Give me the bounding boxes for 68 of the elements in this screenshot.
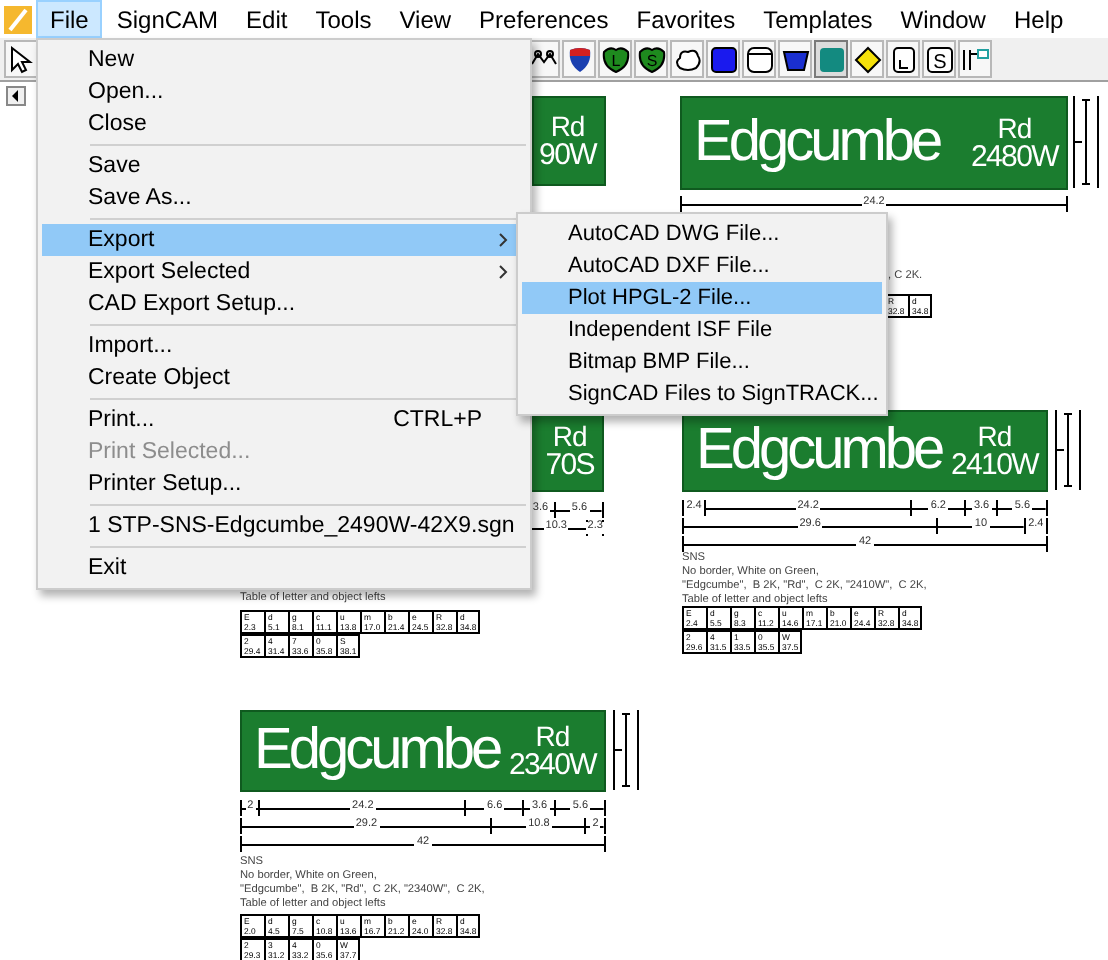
tag-icon [889, 45, 917, 73]
cloud-icon [673, 45, 701, 73]
toolbar-button[interactable] [958, 40, 992, 78]
menu-entry[interactable]: Independent ISF File [522, 314, 882, 346]
sign-number: 2410W [950, 450, 1038, 480]
toolbar-button[interactable]: L [598, 40, 632, 78]
sign-name: Edgcumbe [254, 722, 500, 780]
square-icon [745, 45, 773, 73]
shield-letter: L [610, 51, 620, 69]
square-icon [709, 45, 737, 73]
sign-suffix: Rd [535, 722, 570, 750]
dimension-drawing [1072, 96, 1104, 188]
toolbar-button[interactable] [4, 40, 38, 78]
dimension-drawing [1054, 410, 1086, 490]
menu-item[interactable]: Favorites [622, 0, 750, 38]
toolbar-button[interactable] [850, 40, 884, 78]
menu-entry[interactable]: Open... [42, 76, 526, 108]
menu-item[interactable]: Window [886, 0, 1000, 38]
sign-number: 70S [545, 450, 594, 480]
menu-entry[interactable]: Exit [42, 552, 526, 584]
menu-entry[interactable]: Save As... [42, 182, 526, 214]
toolbar-button[interactable]: S [922, 40, 956, 78]
menu-entry[interactable]: SignCAD Files to SignTRACK... [522, 378, 882, 410]
square-icon [817, 45, 845, 73]
toolbar-button[interactable] [886, 40, 920, 78]
toolbar-button[interactable]: S [634, 40, 668, 78]
sign-name: Edgcumbe [694, 114, 940, 172]
menu-entry[interactable]: AutoCAD DWG File... [522, 218, 882, 250]
menu-item[interactable]: Tools [301, 0, 386, 38]
menu-item[interactable]: View [385, 0, 466, 38]
menu-item[interactable]: SignCAM [102, 0, 233, 38]
tool-letter: S [932, 51, 946, 73]
diamond-icon [853, 45, 881, 73]
sign-suffix: Rd [997, 114, 1032, 142]
sign-number: 90W [539, 140, 596, 170]
menu-entry[interactable]: Save [42, 150, 526, 182]
menu-entry[interactable]: Print... CTRL+P [42, 404, 526, 436]
toolbar-button[interactable] [742, 40, 776, 78]
sign-number: 2480W [970, 142, 1058, 172]
menu-entry[interactable]: Close [42, 108, 526, 140]
sign-suffix: Rd [552, 422, 587, 450]
pointer-icon [7, 45, 35, 73]
sign-suffix: Rd [550, 112, 585, 140]
menu-entry[interactable]: New [42, 44, 526, 76]
toolbar-button[interactable] [706, 40, 740, 78]
menu-entry[interactable]: AutoCAD DXF File... [522, 250, 882, 282]
shield-letter: S [645, 51, 657, 69]
shortcut-label: CTRL+P [393, 408, 482, 432]
menu-entry[interactable]: Bitmap BMP File... [522, 346, 882, 378]
shield-icon [565, 45, 593, 73]
menu-item[interactable]: Preferences [465, 0, 623, 38]
menu-item[interactable]: Templates [749, 0, 887, 38]
bracket-icon [961, 45, 989, 73]
menu-entry[interactable]: Plot HPGL-2 File... [522, 282, 882, 314]
menu-entry[interactable]: Printer Setup... [42, 468, 526, 500]
toolbar-button[interactable] [562, 40, 596, 78]
sign-number: 2340W [508, 750, 596, 780]
scroll-left-icon[interactable] [6, 86, 26, 106]
menu-item[interactable]: File [36, 0, 103, 38]
bucket-icon [781, 45, 809, 73]
menu-entry[interactable]: 1 STP-SNS-Edgcumbe_2490W-42X9.sgn [42, 510, 526, 542]
toolbar-button[interactable] [778, 40, 812, 78]
toolbar-button[interactable] [670, 40, 704, 78]
sign-suffix: Rd [977, 422, 1012, 450]
dimension-drawing [612, 710, 644, 790]
menu-item[interactable]: Help [999, 0, 1078, 38]
sign-name: Edgcumbe [696, 422, 942, 480]
menu-item[interactable]: Edit [232, 0, 302, 38]
